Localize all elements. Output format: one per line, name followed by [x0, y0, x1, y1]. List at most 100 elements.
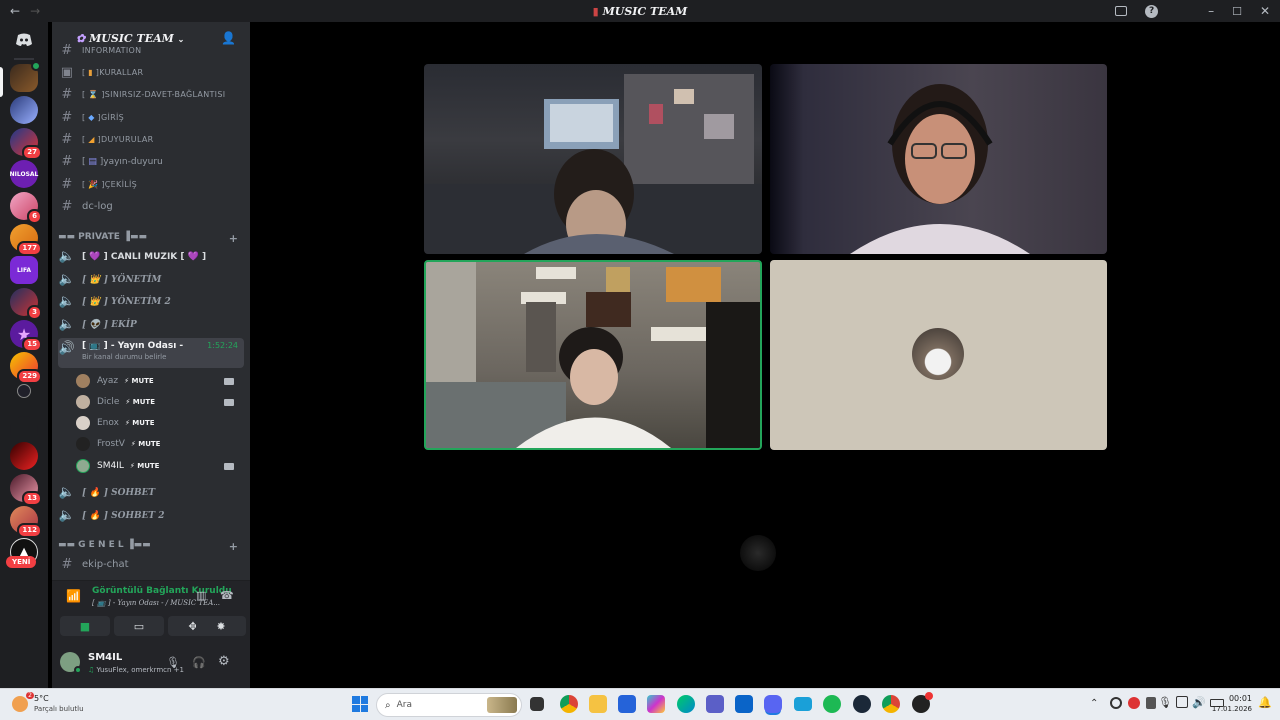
soundboard-button[interactable]: ✸: [196, 616, 246, 636]
spotify-icon[interactable]: [823, 695, 841, 713]
voice-channel-item[interactable]: 🔈[ 👑 ] YÖNETİM 2: [58, 291, 244, 312]
chrome-profile-icon[interactable]: [882, 695, 900, 713]
app-icon[interactable]: [912, 692, 933, 713]
server-icon[interactable]: 112: [10, 506, 42, 538]
forward-arrow-icon[interactable]: →: [30, 4, 40, 18]
file-explorer-icon[interactable]: [589, 695, 607, 713]
copilot-icon[interactable]: [647, 695, 665, 713]
connection-status[interactable]: Görüntülü Bağlantı Kuruldu: [92, 586, 232, 596]
teams-icon[interactable]: [706, 695, 724, 713]
camera-button[interactable]: ■: [60, 616, 110, 636]
channel-item[interactable]: #[ 🎉 ] ÇEKİLİŞ: [58, 174, 244, 195]
server-icon[interactable]: 177: [10, 224, 42, 256]
edge-icon[interactable]: [677, 695, 695, 713]
inbox-icon[interactable]: [1115, 6, 1128, 16]
server-icon[interactable]: [10, 61, 41, 92]
screen-share-button[interactable]: ▭: [114, 616, 164, 636]
tray-chevron-icon[interactable]: ⌃: [1090, 698, 1098, 709]
help-icon[interactable]: ?: [1145, 4, 1159, 18]
discord-taskbar-icon[interactable]: [764, 695, 782, 713]
headphones-icon[interactable]: 🎧: [192, 656, 206, 669]
channel-item[interactable]: #[ ▤ ] yayın-duyuru: [58, 151, 244, 172]
video-tile-speaking[interactable]: [424, 260, 762, 450]
discord-home-icon[interactable]: [10, 26, 38, 54]
user-avatar: [912, 328, 964, 380]
start-button[interactable]: [352, 696, 368, 712]
store-icon[interactable]: [618, 695, 636, 713]
avatar[interactable]: [60, 652, 82, 674]
server-icon[interactable]: 6: [10, 192, 42, 224]
tray-icon[interactable]: [1110, 697, 1122, 709]
video-tile[interactable]: [770, 64, 1107, 254]
monitor-app-icon[interactable]: [794, 697, 812, 711]
channel-item[interactable]: #[ ◢ ] DUYURULAR: [58, 129, 244, 150]
voice-channel-item[interactable]: 🔈[ 🔥 ] SOHBET 2: [58, 505, 244, 526]
voice-channel-item[interactable]: 🔈[ 👑 ] YÖNETİM: [58, 269, 244, 290]
channel-item[interactable]: #[ ◆ ] GİRİŞ: [58, 107, 244, 128]
add-channel-icon[interactable]: +: [229, 540, 238, 553]
new-servers-badge[interactable]: YENİ: [6, 556, 37, 568]
notification-bell-icon[interactable]: 🔔: [1258, 696, 1272, 709]
close-button[interactable]: ✕: [1260, 4, 1270, 18]
server-icon[interactable]: 229: [10, 352, 42, 384]
network-icon[interactable]: [1176, 696, 1188, 708]
settings-gear-icon[interactable]: ⚙: [218, 654, 230, 669]
server-icon[interactable]: 3: [10, 288, 42, 320]
voice-channel-item[interactable]: 🔈[ 💜 ] CANLI MUZIK [ 💜 ]: [58, 246, 244, 267]
weather-widget[interactable]: 2 5°C Parçalı bulutlu: [12, 692, 84, 715]
server-icon[interactable]: [10, 96, 38, 124]
outlook-icon[interactable]: [735, 695, 753, 713]
server-icon[interactable]: 27: [10, 128, 42, 160]
server-icon[interactable]: [10, 442, 38, 470]
speaker-icon: 🔊: [58, 341, 76, 356]
connection-channel[interactable]: [ 📺 ] - Yayın Odası - / MUSIC TEA...: [92, 599, 232, 607]
voice-member[interactable]: Ayaz ⚡ MUTE: [76, 371, 244, 391]
noise-suppression-icon[interactable]: ▥: [196, 589, 206, 602]
add-member-icon[interactable]: 👤: [221, 31, 236, 45]
chrome-icon[interactable]: [560, 695, 578, 713]
channel-item[interactable]: # dc-log: [58, 196, 244, 217]
voice-member[interactable]: FrostV ⚡ MUTE: [76, 434, 244, 454]
category-genel[interactable]: ▬▬ G E N E L ▐▬▬ +: [58, 540, 244, 553]
speaker-icon: 🔈: [58, 294, 76, 309]
channel-item[interactable]: # INFORMATION: [58, 44, 244, 56]
maximize-button[interactable]: ☐: [1232, 5, 1242, 18]
disconnect-icon[interactable]: ☎: [220, 589, 234, 602]
server-icon[interactable]: [17, 384, 31, 398]
dim-member-avatar[interactable]: [740, 535, 776, 571]
minimize-button[interactable]: –: [1208, 4, 1214, 18]
category-private[interactable]: ▬▬ PRIVATE ▐▬▬ +: [58, 232, 244, 245]
voice-member[interactable]: Enox ⚡ MUTE: [76, 413, 244, 433]
active-voice-channel[interactable]: 🔊 [ 📺 ] - Yayın Odası - 1:52:24 Bir kana…: [58, 338, 244, 368]
server-icon[interactable]: LIFA: [10, 256, 38, 284]
voice-member[interactable]: SM4IL ⚡ MUTE: [76, 456, 244, 476]
tray-icon[interactable]: [1128, 697, 1140, 709]
channel-item[interactable]: ▣[ ▮ ] KURALLAR: [58, 62, 244, 83]
video-tile[interactable]: [424, 64, 762, 254]
channel-item[interactable]: #[ ⌛ ] SINIRSIZ-DAVET-BAĞLANTISI: [58, 84, 244, 105]
rules-icon: ▣: [60, 65, 74, 80]
avatar: [76, 437, 90, 451]
volume-icon[interactable]: 🔊: [1192, 696, 1206, 709]
tray-icon[interactable]: [1146, 697, 1156, 709]
voice-channel-item[interactable]: 🔈[ 🔥 ] SOHBET: [58, 482, 244, 503]
clock[interactable]: 00:01 17.01.2026: [1208, 693, 1252, 715]
back-arrow-icon[interactable]: ←: [10, 4, 20, 18]
signal-icon[interactable]: 📶: [66, 589, 81, 603]
server-icon[interactable]: 13: [10, 474, 42, 506]
microphone-icon[interactable]: 🎙: [166, 656, 180, 669]
server-icon[interactable]: NILOSAL: [10, 160, 38, 188]
server-icon[interactable]: ★ 15: [10, 320, 42, 352]
channel-status-prompt[interactable]: Bir kanal durumu belirle: [82, 353, 244, 361]
microphone-tray-icon[interactable]: 🎙: [1158, 696, 1172, 709]
channel-item[interactable]: # ekip-chat: [58, 554, 244, 575]
steam-icon[interactable]: [853, 695, 871, 713]
server-icon[interactable]: [10, 416, 38, 444]
video-tile-avatar[interactable]: [770, 260, 1107, 450]
task-view-icon[interactable]: [530, 697, 544, 711]
voice-channel-item[interactable]: 🔈[ 👽 ] EKİP: [58, 314, 244, 335]
search-box[interactable]: ⌕ Ara: [376, 693, 522, 717]
add-channel-icon[interactable]: +: [229, 232, 238, 245]
guild-name: MUSIC TEAM: [89, 31, 174, 45]
voice-member[interactable]: Dicle ⚡ MUTE: [76, 392, 244, 412]
